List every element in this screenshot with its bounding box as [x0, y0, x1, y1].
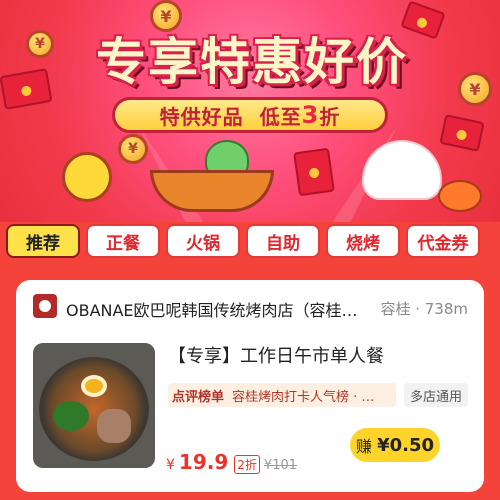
coin-icon: ¥ [26, 30, 54, 58]
multi-store-badge: 多店通用 [404, 383, 469, 407]
earn-amount: ¥0.50 [377, 434, 435, 456]
price-value: 19.9 [178, 450, 229, 474]
meat-graphic [97, 409, 131, 443]
deal-food-image[interactable] [33, 343, 155, 468]
smiley-face-icon [62, 152, 112, 202]
egg-yolk-graphic [81, 375, 107, 397]
shrimp-icon [438, 180, 482, 212]
earn-label: 赚 [355, 437, 378, 456]
deal-card[interactable]: OBANAE欧巴呢韩国传统烤肉店（容桂… 容桂 · 738m 【专享】工作日午市… [16, 280, 484, 492]
original-price: ¥101 [263, 458, 298, 473]
shop-name[interactable]: OBANAE欧巴呢韩国传统烤肉店（容桂… [66, 297, 366, 321]
price-currency: ¥ [166, 457, 175, 473]
deal-title[interactable]: 【专享】工作日午市单人餐 [168, 342, 384, 368]
tab-voucher[interactable]: 代金券 [406, 224, 480, 258]
price-row: ¥ 19.9 2折 ¥101 [166, 450, 297, 474]
rank-label: 点评榜单 [172, 389, 225, 405]
rank-badge[interactable]: 点评榜单 容桂烤肉打卡人气榜 · … [168, 383, 396, 407]
subtitle-suffix: 折 [319, 104, 341, 129]
coin-icon: ¥ [458, 72, 492, 106]
tab-main-course[interactable]: 正餐 [86, 224, 160, 258]
shop-location-distance: 容桂 · 738m [380, 300, 468, 318]
banner-subtitle: 特供好品 低至 3 折 [112, 97, 388, 133]
subtitle-discount-number: 3 [301, 101, 320, 129]
red-envelope-icon [439, 114, 485, 152]
shop-logo-icon [33, 294, 57, 318]
earn-button[interactable]: 赚 ¥0.50 [350, 428, 440, 462]
greens-graphic [53, 401, 89, 431]
coin-icon: ¥ [118, 134, 148, 164]
red-envelope-icon [0, 68, 53, 110]
rank-text: 容桂烤肉打卡人气榜 · … [232, 389, 375, 405]
discount-badge: 2折 [234, 455, 260, 474]
category-tabs: 推荐 正餐 火锅 自助 烧烤 代金券 [0, 224, 500, 264]
promo-banner: ¥ ¥ ¥ ¥ 专享特惠好价 特供好品 低至 3 折 [0, 0, 500, 222]
tab-buffet[interactable]: 自助 [246, 224, 320, 258]
banner-title: 专享特惠好价 [96, 33, 408, 91]
subtitle-text: 特供好品 低至 [159, 104, 302, 129]
tab-recommend[interactable]: 推荐 [6, 224, 80, 258]
tab-bbq[interactable]: 烧烤 [326, 224, 400, 258]
tab-hotpot[interactable]: 火锅 [166, 224, 240, 258]
red-envelope-icon [293, 147, 335, 197]
bibimbap-bowl-graphic [39, 357, 149, 461]
